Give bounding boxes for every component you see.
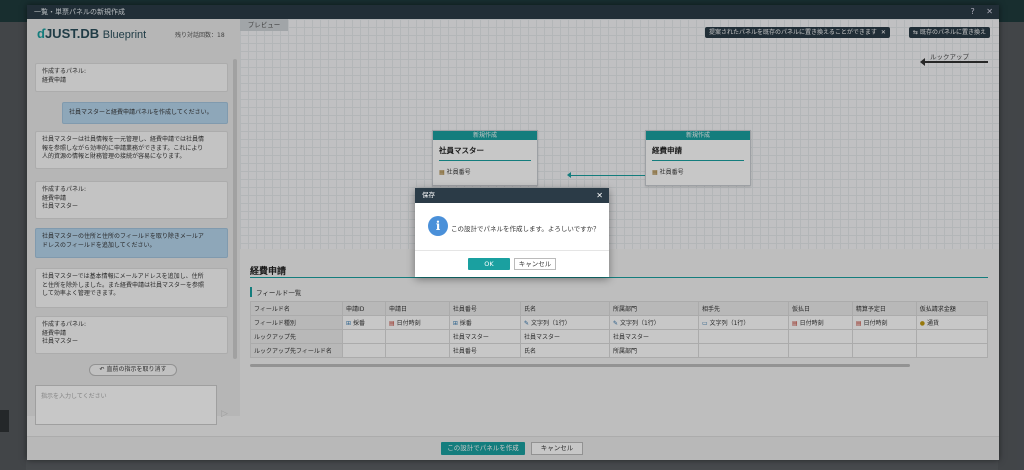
dialog-titlebar: 保存 ✕	[415, 188, 609, 203]
info-icon: i	[428, 216, 448, 236]
dialog-close-icon[interactable]: ✕	[596, 188, 603, 203]
save-confirm-dialog: 保存 ✕ i この設計でパネルを作成します。よろしいですか？ OK キャンセル	[415, 188, 609, 277]
dialog-body: i この設計でパネルを作成します。よろしいですか？	[415, 203, 609, 251]
ok-button[interactable]: OK	[468, 258, 510, 270]
dialog-cancel-button[interactable]: キャンセル	[514, 258, 556, 270]
dialog-message: この設計でパネルを作成します。よろしいですか？	[451, 225, 600, 233]
dialog-title: 保存	[422, 191, 435, 199]
